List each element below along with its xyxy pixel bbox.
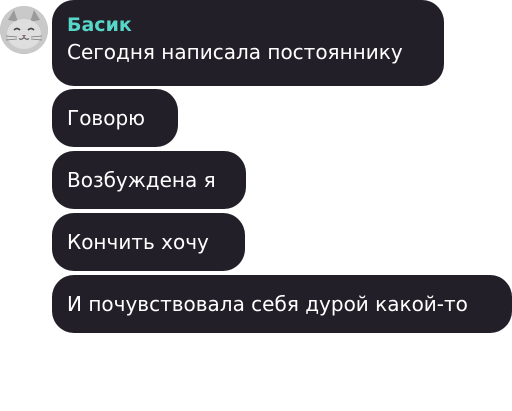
message-bubble-4[interactable]: Кончить хочу (52, 213, 245, 271)
sender-avatar[interactable] (0, 6, 48, 54)
message-text: Кончить хочу (67, 230, 209, 254)
message-bubble-1[interactable]: Басик Сегодня написала постояннику (52, 0, 444, 86)
message-bubble-3[interactable]: Возбуждена я (52, 151, 246, 209)
message-text: Говорю (67, 106, 145, 130)
message-text: Сегодня написала постояннику (67, 40, 403, 64)
message-text: Возбуждена я (67, 168, 216, 192)
message-bubble-5[interactable]: И почувствовала себя дурой какой-то (52, 275, 512, 333)
message-bubble-2[interactable]: Говорю (52, 89, 178, 147)
sender-name[interactable]: Басик (67, 14, 429, 36)
message-text: И почувствовала себя дурой какой-то (67, 292, 468, 316)
cat-avatar-icon (0, 6, 48, 54)
